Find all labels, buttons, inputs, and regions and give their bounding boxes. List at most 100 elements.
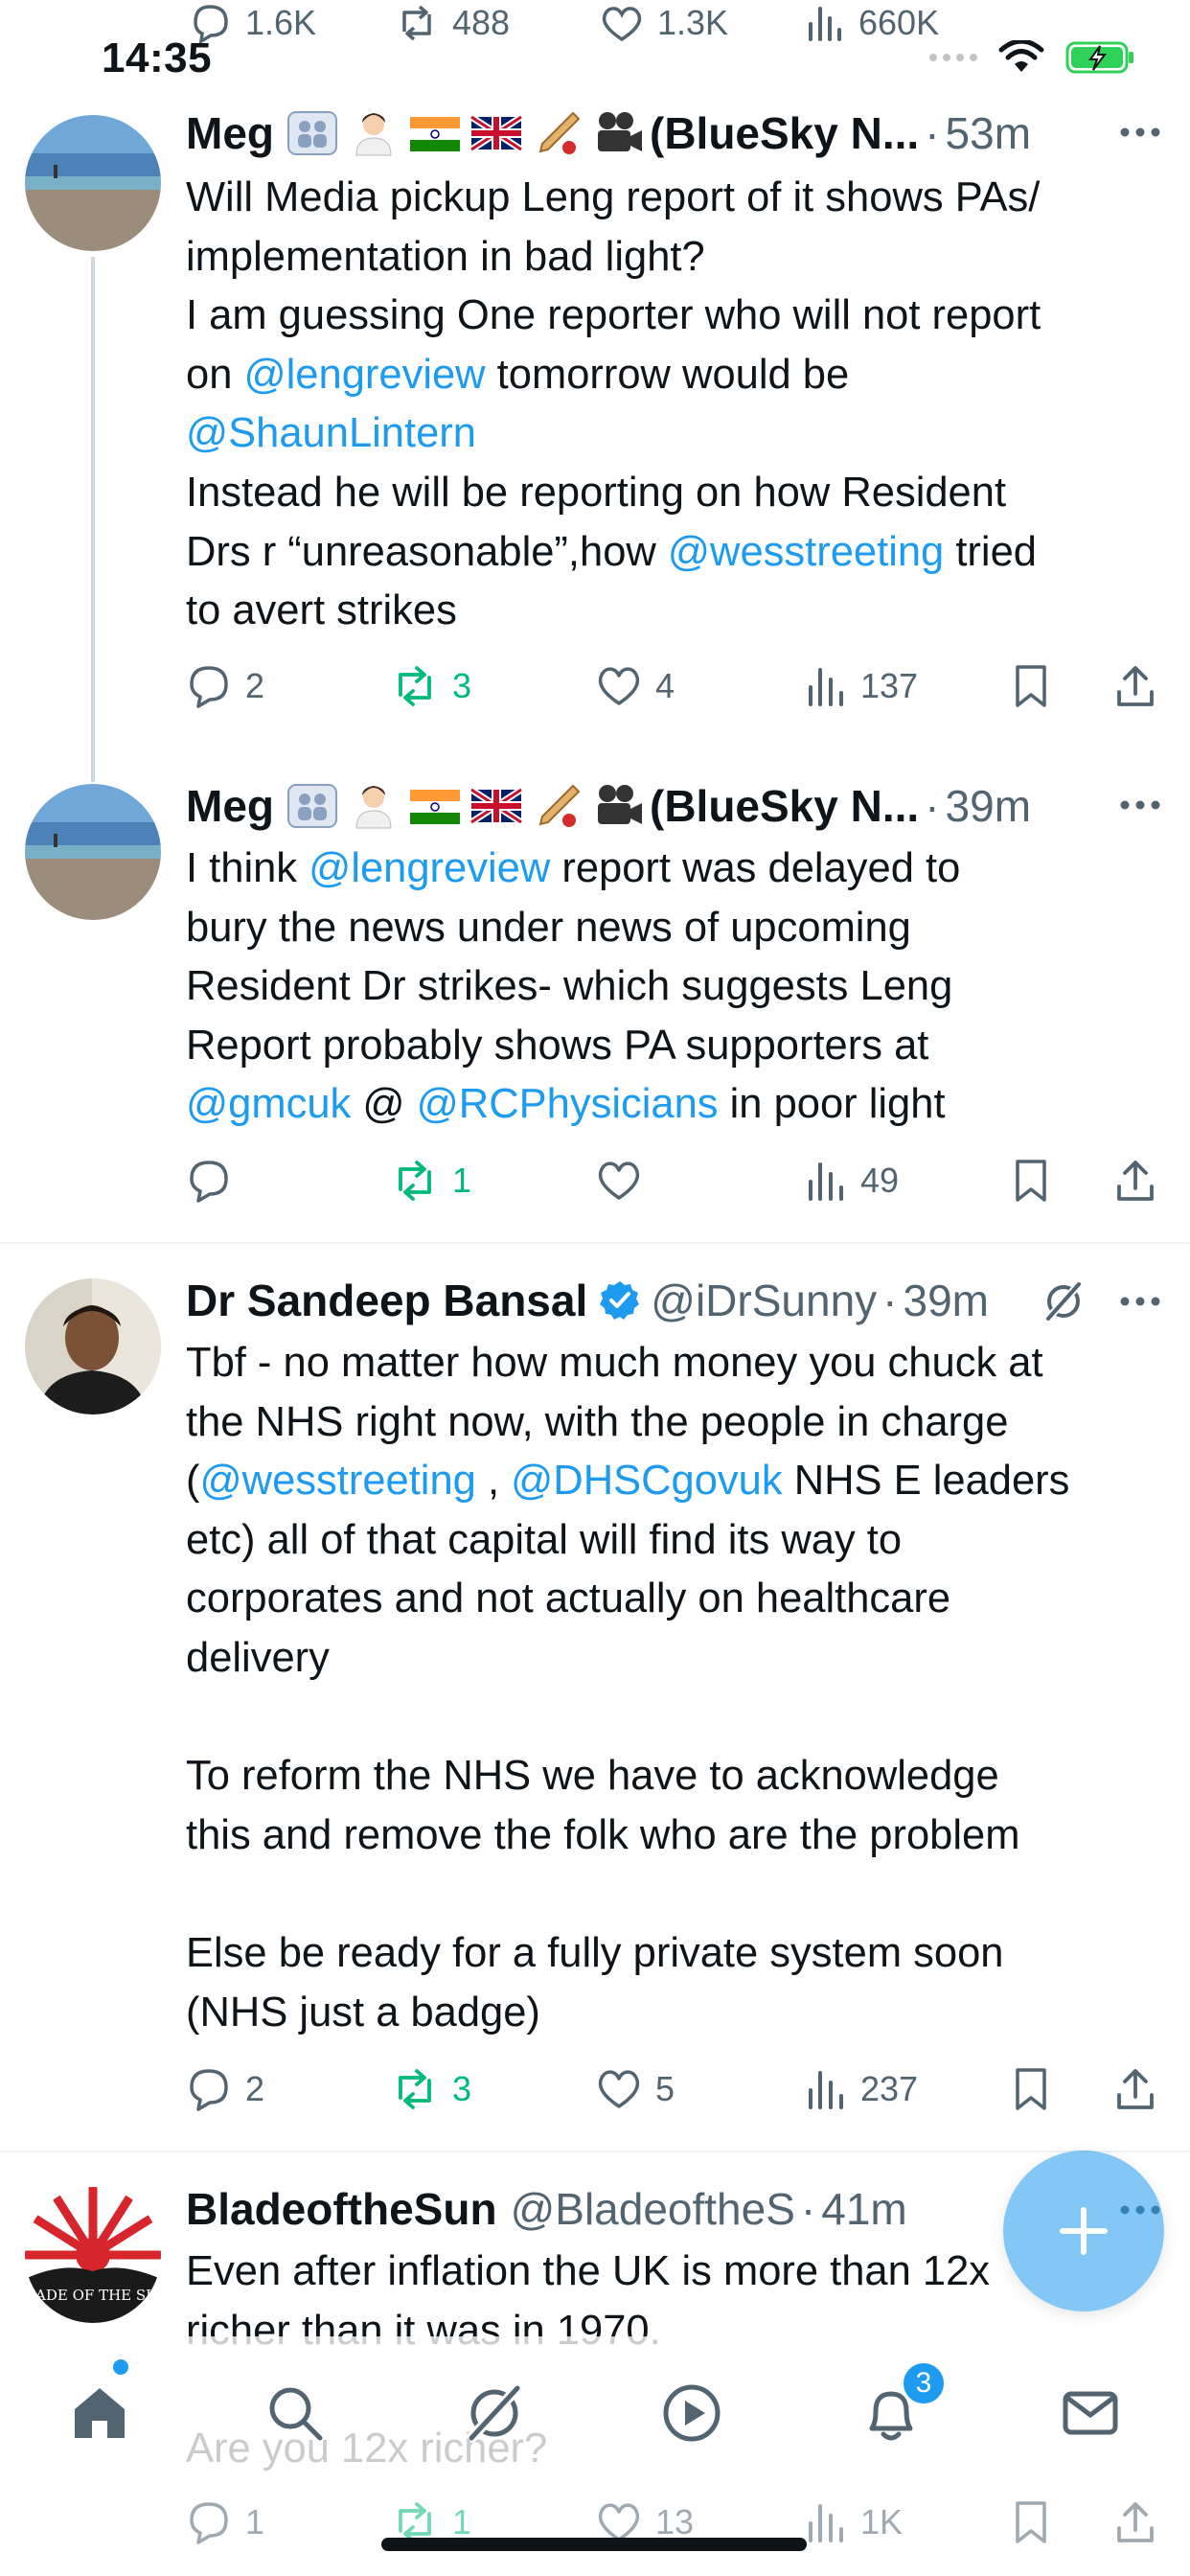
reply-count: 1.6K (245, 3, 317, 42)
text-segment: tomorrow would be (485, 351, 850, 398)
text-segment: (NHS just a badge) (186, 1989, 540, 2036)
reply-button[interactable]: 2 (186, 657, 264, 715)
mention-link[interactable]: @lengreview (243, 352, 485, 398)
avatar[interactable] (25, 784, 161, 920)
reply-button[interactable] (186, 1152, 232, 1209)
reply-icon (194, 5, 228, 43)
text-segment: , (475, 1458, 512, 1505)
reply-button[interactable]: 2 (186, 2060, 264, 2118)
share-icon (1117, 2502, 1154, 2542)
mention-link[interactable]: @RCPhysicians (417, 1081, 719, 1127)
heart-icon (598, 667, 640, 705)
tweet-time[interactable]: 39m (946, 778, 1031, 834)
grok-icon[interactable] (1041, 1278, 1087, 1324)
mention-link[interactable]: @DHSCgovuk (511, 1458, 783, 1504)
bookmark-button[interactable] (1012, 657, 1050, 715)
uk-flag-icon (469, 787, 523, 825)
repost-button[interactable]: 1 (391, 1152, 471, 1209)
tweet-text-line: etc) all of that capital will find its w… (186, 1511, 1154, 1571)
reply-button[interactable]: 1.6K (188, 0, 316, 52)
text-segment: NHS E leaders (782, 1458, 1070, 1505)
reply-button[interactable]: 1 (186, 2494, 264, 2551)
heart-icon (598, 1162, 640, 1200)
text-segment: in poor light (718, 1081, 946, 1128)
bookmark-icon (1016, 665, 1046, 707)
views-count: 49 (860, 1161, 900, 1200)
avatar[interactable]: BLADE OF THE SUN (25, 2187, 161, 2323)
views-icon (809, 7, 841, 41)
tab-grok[interactable] (454, 2373, 535, 2453)
views-button[interactable]: 1K (805, 2494, 903, 2551)
tweet-time[interactable]: 41m (821, 2181, 906, 2237)
text-segment: on (186, 351, 244, 398)
repost-button[interactable]: 3 (391, 657, 471, 715)
tab-home[interactable] (59, 2373, 140, 2453)
tweet-text-line: bury the news under news of upcoming (186, 899, 1154, 958)
home-indicator[interactable] (381, 2538, 807, 2551)
text-segment: this and remove the folk who are the pro… (186, 1811, 1020, 1858)
author-handle[interactable]: @BladeoftheS (511, 2181, 795, 2237)
views-count: 237 (860, 2069, 919, 2108)
tweet-text-line: Resident Dr strikes- which suggests Leng (186, 957, 1154, 1017)
like-button[interactable]: 5 (596, 2060, 675, 2118)
bookmark-button[interactable] (1012, 2060, 1050, 2118)
author-name[interactable]: BladeoftheSun (186, 2181, 497, 2237)
tweet-text-line: corporates and not actually on healthcar… (186, 1570, 1154, 1629)
mention-link[interactable]: @lengreview (309, 845, 550, 891)
more-options-icon[interactable] (1119, 1296, 1161, 1307)
movie-camera-icon (598, 785, 642, 824)
bookmark-button[interactable] (1012, 1152, 1050, 1209)
like-count: 13 (655, 2502, 695, 2542)
like-button[interactable] (596, 1152, 642, 1209)
author-name[interactable]: Meg (186, 778, 274, 834)
text-segment: Tbf - no matter how much money you chuck… (186, 1340, 1043, 1386)
text-segment: Report probably shows PA supporters at (186, 1022, 929, 1069)
views-count: 1K (860, 2502, 904, 2542)
views-button[interactable]: 660K (805, 0, 939, 52)
tweet-text-line: @gmcuk @ @RCPhysicians in poor light (186, 1075, 1154, 1135)
india-flag-icon (410, 117, 460, 151)
tweet-time[interactable]: 39m (903, 1273, 988, 1328)
mention-link[interactable]: @wesstreeting (668, 529, 944, 575)
tweet-text-line: Instead he will be reporting on how Resi… (186, 464, 1154, 523)
mention-link[interactable]: @gmcuk (186, 1081, 351, 1127)
repost-count: 1 (452, 1161, 472, 1200)
heart-icon (602, 7, 642, 42)
share-button[interactable] (1113, 2060, 1157, 2118)
more-options-icon[interactable] (1119, 799, 1161, 811)
repost-button[interactable]: 488 (395, 0, 510, 52)
text-segment: Instead he will be reporting on how Resi… (186, 469, 1007, 516)
views-icon (809, 2504, 843, 2542)
tab-video[interactable] (652, 2373, 732, 2453)
tweet-time[interactable]: 53m (946, 105, 1031, 161)
tab-messages[interactable] (1050, 2373, 1131, 2453)
views-button[interactable]: 49 (805, 1152, 899, 1209)
share-button[interactable] (1113, 1152, 1157, 1209)
avatar[interactable] (25, 1278, 161, 1414)
bookmark-icon (1016, 2068, 1046, 2110)
tab-search[interactable] (255, 2373, 335, 2453)
bookmark-button[interactable] (1012, 2494, 1050, 2551)
tweet-text-line (186, 1689, 1154, 1748)
text-segment: Resident Dr strikes- which suggests Leng (186, 963, 953, 1010)
author-handle[interactable]: @iDrSunny (651, 1273, 877, 1328)
avatar[interactable] (25, 115, 161, 251)
mention-link[interactable]: @wesstreeting (200, 1458, 476, 1504)
compose-button[interactable] (1003, 2150, 1164, 2312)
like-button[interactable]: 4 (596, 657, 675, 715)
bookmark-icon (1016, 2501, 1046, 2543)
like-button[interactable]: 1.3K (600, 0, 728, 52)
views-button[interactable]: 137 (805, 657, 918, 715)
notification-badge: 3 (901, 2360, 947, 2406)
author-name[interactable]: Meg (186, 105, 274, 161)
tweet-text-line: @ShaunLintern (186, 404, 1154, 464)
views-button[interactable]: 237 (805, 2060, 918, 2118)
mention-link[interactable]: @ShaunLintern (186, 410, 476, 456)
more-options-icon[interactable] (1119, 126, 1161, 138)
repost-button[interactable]: 3 (391, 2060, 471, 2118)
share-button[interactable] (1113, 657, 1157, 715)
views-count: 137 (860, 666, 919, 705)
cricket-icon (538, 111, 581, 154)
author-name[interactable]: Dr Sandeep Bansal (186, 1273, 587, 1328)
share-button[interactable] (1113, 2494, 1157, 2551)
